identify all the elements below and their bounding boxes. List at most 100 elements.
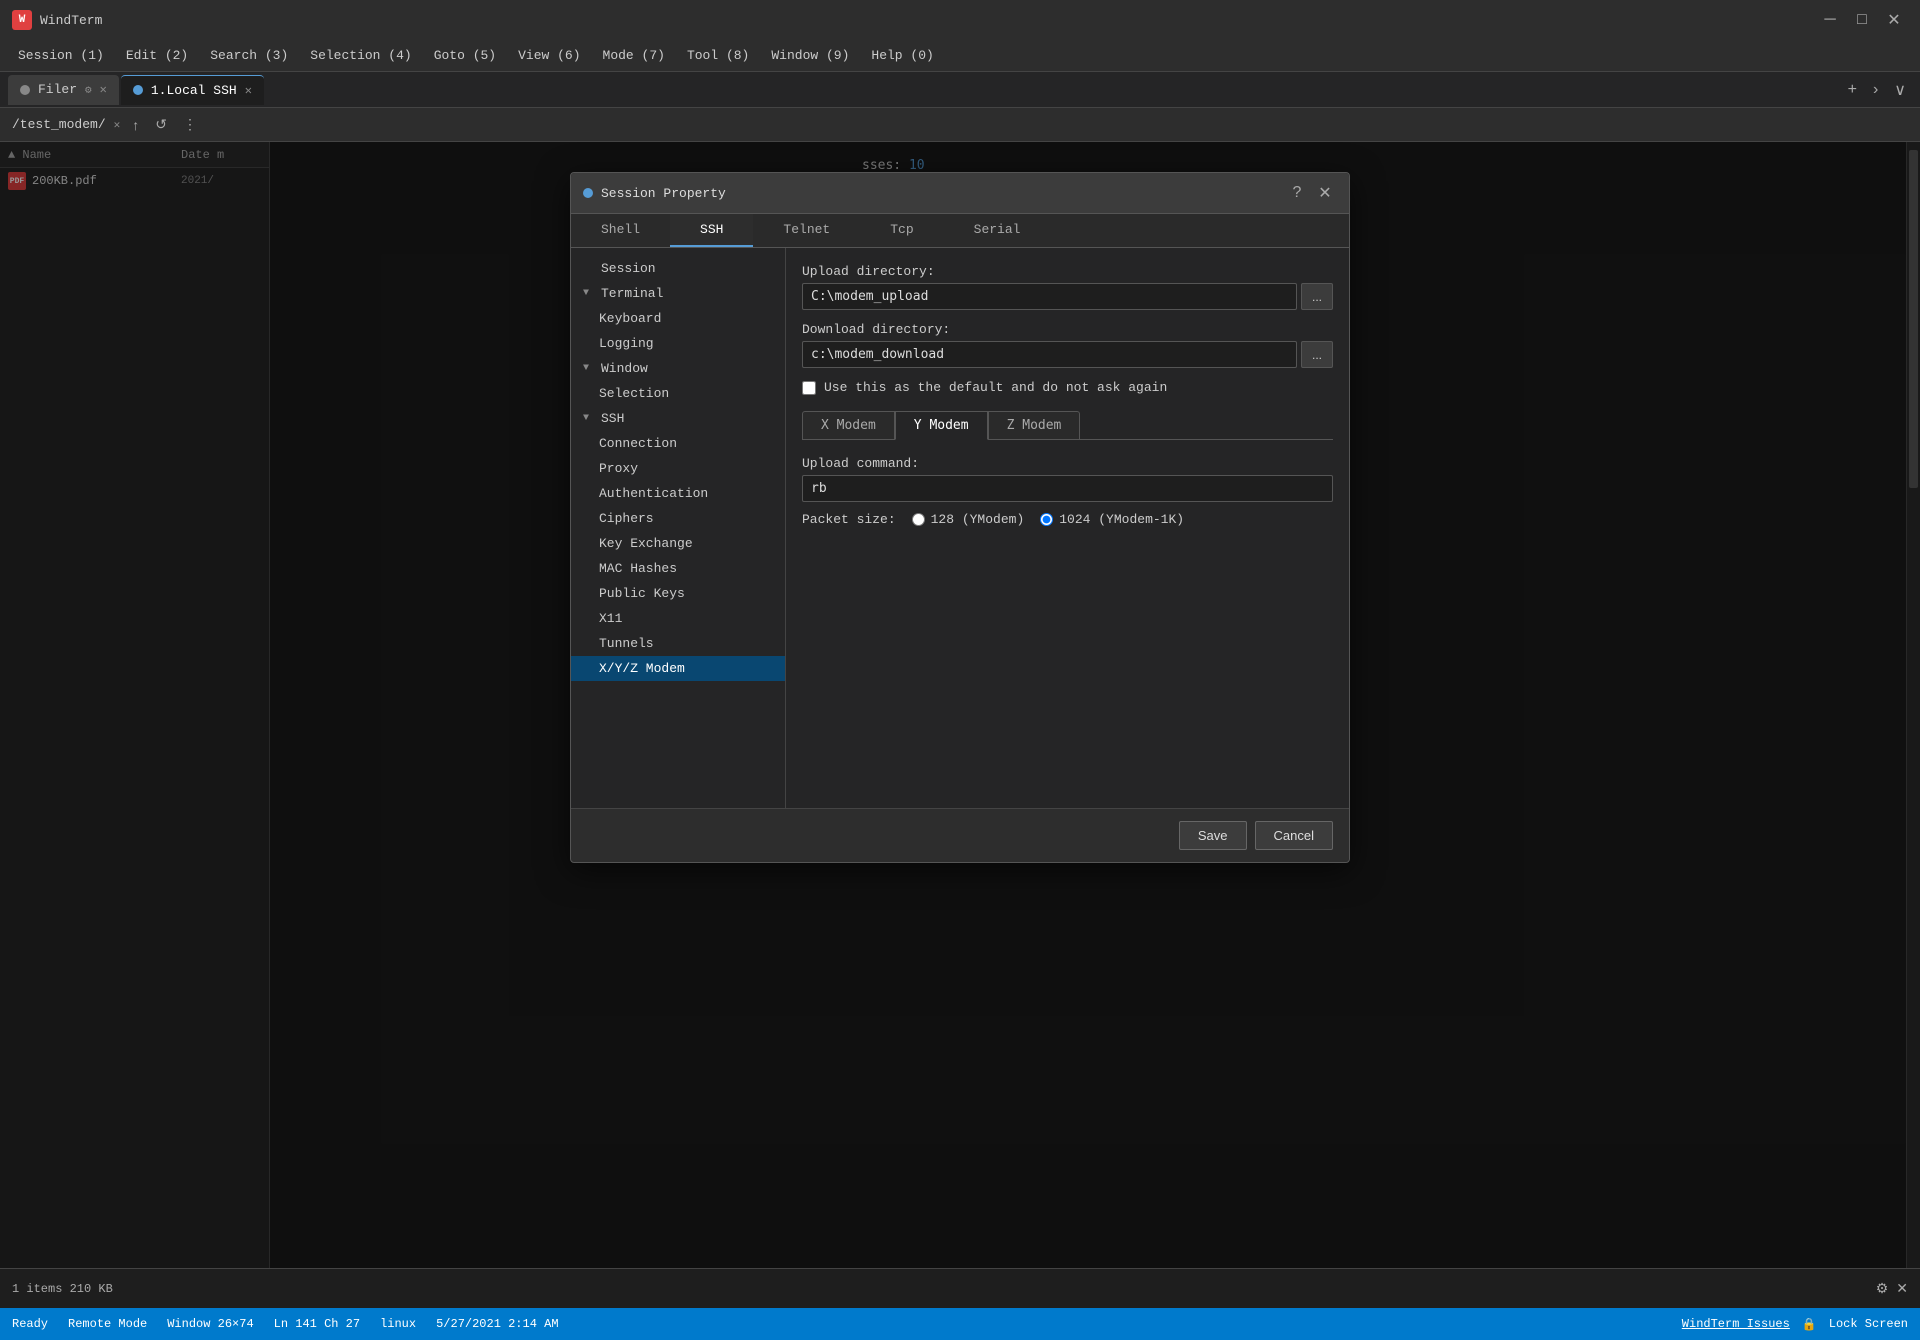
packet-128-label: 128 (YModem) [931,512,1025,527]
tab-local-ssh[interactable]: 1.Local SSH ✕ [121,75,264,105]
modem-tab-z[interactable]: Z Modem [988,411,1081,439]
packet-1024-radio[interactable] [1040,513,1053,526]
menu-goto[interactable]: Goto (5) [424,44,506,67]
tree-item-window[interactable]: ▼ Window [571,356,785,381]
windterm-issues-link[interactable]: WindTerm Issues [1682,1317,1790,1331]
tab-tcp[interactable]: Tcp [860,214,943,247]
browse-upload-button[interactable]: ... [1301,283,1333,310]
default-checkbox[interactable] [802,381,816,395]
tree-item-keyboard[interactable]: Keyboard [571,306,785,331]
tab-add-button[interactable]: + [1842,79,1863,101]
lock-screen-label[interactable]: Lock Screen [1829,1317,1908,1331]
modal-content: Upload directory: ... Download directory… [786,248,1349,808]
cancel-button[interactable]: Cancel [1255,821,1333,850]
status-bar: Ready Remote Mode Window 26×74 Ln 141 Ch… [0,1308,1920,1340]
tab-filer-settings-icon[interactable]: ⚙ [85,83,92,97]
browse-download-button[interactable]: ... [1301,341,1333,368]
tree-item-tunnels[interactable]: Tunnels [571,631,785,656]
tree-item-terminal[interactable]: ▼ Terminal [571,281,785,306]
modem-tab-y[interactable]: Y Modem [895,411,988,440]
bottom-bar-right: ⚙ ✕ [1876,1280,1908,1297]
menu-selection[interactable]: Selection (4) [300,44,421,67]
items-count: 1 items 210 KB [12,1282,113,1296]
modal-title-dot [583,188,593,198]
status-ready: Ready [12,1317,48,1331]
upload-directory-input-row: ... [802,283,1333,310]
modal-footer: Save Cancel [571,808,1349,862]
download-directory-input[interactable] [802,341,1297,368]
tab-serial[interactable]: Serial [944,214,1051,247]
packet-128-radio[interactable] [912,513,925,526]
maximize-button[interactable]: □ [1848,6,1876,34]
default-checkbox-label: Use this as the default and do not ask a… [824,380,1167,395]
tree-item-public-keys[interactable]: Public Keys [571,581,785,606]
minimize-button[interactable]: ─ [1816,6,1844,34]
tree-expand-ssh: ▼ [583,413,595,424]
status-remote-mode: Remote Mode [68,1317,147,1331]
tab-ssh-close[interactable]: ✕ [245,83,252,98]
tab-telnet[interactable]: Telnet [753,214,860,247]
default-checkbox-row: Use this as the default and do not ask a… [802,380,1333,395]
menu-mode[interactable]: Mode (7) [593,44,675,67]
tree-expand-window: ▼ [583,363,595,374]
tree-item-ciphers[interactable]: Ciphers [571,506,785,531]
tree-item-proxy[interactable]: Proxy [571,456,785,481]
path-up-button[interactable]: ↑ [128,115,143,135]
menu-window[interactable]: Window (9) [761,44,859,67]
modal-title-text: Session Property [601,186,1277,201]
modal-close-button[interactable]: ✕ [1313,181,1337,205]
tab-chevron-right[interactable]: › [1867,79,1884,101]
modal-tree: Session ▼ Terminal Keyboard Logging ▼ Wi [571,248,786,808]
bottom-close-button[interactable]: ✕ [1896,1280,1908,1297]
app-title: WindTerm [40,13,102,28]
tree-item-logging[interactable]: Logging [571,331,785,356]
path-refresh-button[interactable]: ↺ [151,114,171,135]
bottom-gear-button[interactable]: ⚙ [1876,1280,1889,1297]
modal-help-button[interactable]: ? [1285,181,1309,205]
download-directory-label: Download directory: [802,322,1333,337]
tree-item-authentication[interactable]: Authentication [571,481,785,506]
tree-item-session[interactable]: Session [571,256,785,281]
tab-chevron-down[interactable]: ∨ [1888,78,1912,102]
menu-view[interactable]: View (6) [508,44,590,67]
tab-ssh[interactable]: SSH [670,214,753,247]
download-directory-input-row: ... [802,341,1333,368]
path-more-button[interactable]: ⋮ [179,114,201,135]
tree-item-connection[interactable]: Connection [571,431,785,456]
menu-edit[interactable]: Edit (2) [116,44,198,67]
download-directory-row: Download directory: ... [802,322,1333,368]
tree-item-selection[interactable]: Selection [571,381,785,406]
tab-filer-close[interactable]: ✕ [100,82,107,97]
upload-command-label: Upload command: [802,456,1333,471]
window-close-button[interactable]: ✕ [1880,6,1908,34]
tab-bar: Filer ⚙ ✕ 1.Local SSH ✕ + › ∨ [0,72,1920,108]
tab-local-ssh-label: 1.Local SSH [151,83,237,98]
status-window-size: Window 26×74 [167,1317,253,1331]
modem-tab-x[interactable]: X Modem [802,411,895,439]
status-datetime: 5/27/2021 2:14 AM [436,1317,558,1331]
save-button[interactable]: Save [1179,821,1247,850]
tree-item-key-exchange[interactable]: Key Exchange [571,531,785,556]
tree-item-xyz-modem[interactable]: X/Y/Z Modem [571,656,785,681]
menu-session[interactable]: Session (1) [8,44,114,67]
menu-help[interactable]: Help (0) [861,44,943,67]
packet-size-row: Packet size: 128 (YModem) 1024 (YModem-1… [802,512,1333,527]
tab-filer-label: Filer [38,82,77,97]
tree-item-x11[interactable]: X11 [571,606,785,631]
packet-size-label: Packet size: [802,512,896,527]
upload-command-input[interactable] [802,475,1333,502]
bottom-bar: 1 items 210 KB ⚙ ✕ [0,1268,1920,1308]
menu-search[interactable]: Search (3) [200,44,298,67]
tab-filer-dot [20,85,30,95]
tab-bar-end: + › ∨ [1842,78,1912,102]
tree-item-ssh[interactable]: ▼ SSH [571,406,785,431]
menu-tool[interactable]: Tool (8) [677,44,759,67]
status-area: 1 items 210 KB ⚙ ✕ Ready Remote Mode Win… [0,1268,1920,1340]
packet-1024-option[interactable]: 1024 (YModem-1K) [1040,512,1184,527]
packet-128-option[interactable]: 128 (YModem) [912,512,1025,527]
upload-directory-input[interactable] [802,283,1297,310]
tab-filer[interactable]: Filer ⚙ ✕ [8,75,119,105]
tab-shell[interactable]: Shell [571,214,670,247]
tree-expand-terminal: ▼ [583,288,595,299]
tree-item-mac-hashes[interactable]: MAC Hashes [571,556,785,581]
